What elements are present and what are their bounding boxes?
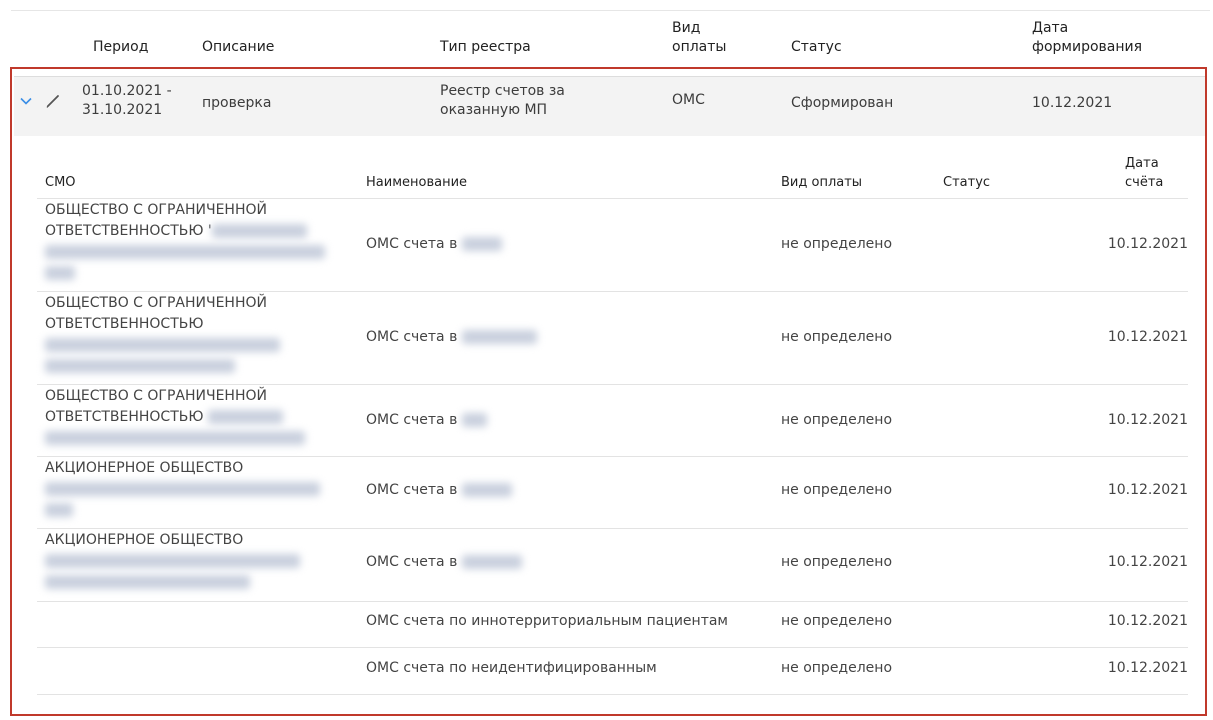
sub-row-smo: ОБЩЕСТВО С ОГРАНИЧЕННОЙ ОТВЕТСТВЕННОСТЬЮ… <box>45 200 335 284</box>
col-header-period[interactable]: Период <box>93 38 148 57</box>
sub-row-name: ОМС счета по иннотерриториальным пациент… <box>366 613 728 629</box>
row-period-line2: 31.10.2021 <box>82 102 163 118</box>
row-divider <box>37 694 1188 695</box>
top-divider <box>11 10 1210 11</box>
smo-line: ОБЩЕСТВО С ОГРАНИЧЕННОЙ <box>45 202 267 218</box>
sub-row-date: 10.12.2021 <box>1107 482 1188 498</box>
sub-header-payment-type[interactable]: Вид оплаты <box>781 175 862 190</box>
smo-line: ОТВЕТСТВЕННОСТЬЮ ' <box>45 223 212 239</box>
row-payment: ОМС <box>672 92 705 108</box>
col-header-date-line1[interactable]: Дата <box>1032 19 1068 38</box>
sub-header-status[interactable]: Статус <box>943 175 990 190</box>
row-divider <box>37 647 1188 648</box>
sub-row-date: 10.12.2021 <box>1107 412 1188 428</box>
sub-row-name: ОМС счета в <box>366 236 502 252</box>
col-header-description[interactable]: Описание <box>202 38 274 57</box>
sub-row-smo: АКЦИОНЕРНОЕ ОБЩЕСТВО <box>45 458 335 521</box>
sub-row-payment: не определено <box>781 482 893 498</box>
row-divider <box>37 528 1188 529</box>
sub-row-name: ОМС счета в <box>366 412 487 428</box>
smo-line: АКЦИОНЕРНОЕ ОБЩЕСТВО <box>45 532 244 548</box>
sub-row-payment: не определено <box>781 236 893 252</box>
name-text: ОМС счета в <box>366 236 458 252</box>
sub-row-date: 10.12.2021 <box>1107 236 1188 252</box>
row-status: Сформирован <box>791 95 894 111</box>
sub-row-name: ОМС счета по неидентифицированным <box>366 660 657 676</box>
row-registry-type-line1: Реестр счетов за <box>440 83 565 99</box>
sub-row-smo: ОБЩЕСТВО С ОГРАНИЧЕННОЙ ОТВЕТСТВЕННОСТЬЮ <box>45 386 335 449</box>
sub-row-payment: не определено <box>781 329 893 345</box>
col-header-date-line2[interactable]: формирования <box>1032 38 1142 57</box>
col-header-status[interactable]: Статус <box>791 38 842 57</box>
col-header-payment-type-line2[interactable]: оплаты <box>672 38 726 57</box>
row-registry-type-line2: оказанную МП <box>440 102 548 118</box>
smo-line: ОБЩЕСТВО С ОГРАНИЧЕННОЙ <box>45 295 267 311</box>
name-text: ОМС счета в <box>366 329 458 345</box>
smo-line: ОТВЕТСТВЕННОСТЬЮ <box>45 409 204 425</box>
sub-row-name: ОМС счета в <box>366 482 512 498</box>
smo-line: АКЦИОНЕРНОЕ ОБЩЕСТВО <box>45 460 244 476</box>
sub-row-date: 10.12.2021 <box>1107 613 1188 629</box>
sub-row-name: ОМС счета в <box>366 329 537 345</box>
sub-row-payment: не определено <box>781 660 893 676</box>
row-description: проверка <box>202 95 272 111</box>
sub-header-name[interactable]: Наименование <box>366 175 467 190</box>
row-divider <box>37 291 1188 292</box>
sub-row-date: 10.12.2021 <box>1107 329 1188 345</box>
sub-row-date: 10.12.2021 <box>1107 554 1188 570</box>
col-header-registry-type[interactable]: Тип реестра <box>440 38 531 57</box>
name-text: ОМС счета в <box>366 554 458 570</box>
smo-line: ОБЩЕСТВО С ОГРАНИЧЕННОЙ <box>45 388 267 404</box>
name-text: ОМС счета в <box>366 482 458 498</box>
sub-header-smo[interactable]: СМО <box>45 175 76 190</box>
sub-header-date-line1[interactable]: Дата <box>1125 156 1159 171</box>
col-header-payment-type-line1[interactable]: Вид <box>672 19 700 38</box>
sub-row-smo: ОБЩЕСТВО С ОГРАНИЧЕННОЙ ОТВЕТСТВЕННОСТЬЮ <box>45 293 335 377</box>
row-period-line1: 01.10.2021 - <box>82 83 172 99</box>
pencil-icon[interactable] <box>45 93 61 109</box>
sub-row-name: ОМС счета в <box>366 554 522 570</box>
sub-header-divider <box>37 198 1188 199</box>
sub-row-payment: не определено <box>781 412 893 428</box>
row-divider <box>37 601 1188 602</box>
sub-row-payment: не определено <box>781 613 893 629</box>
sub-row-payment: не определено <box>781 554 893 570</box>
sub-row-smo: АКЦИОНЕРНОЕ ОБЩЕСТВО <box>45 530 335 593</box>
sub-header-date-line2[interactable]: счёта <box>1125 175 1163 190</box>
row-divider <box>37 456 1188 457</box>
chevron-down-icon[interactable] <box>20 95 32 107</box>
registry-row[interactable] <box>14 76 1205 136</box>
name-text: ОМС счета в <box>366 412 458 428</box>
row-date: 10.12.2021 <box>1032 95 1113 111</box>
row-divider <box>37 384 1188 385</box>
smo-line: ОТВЕТСТВЕННОСТЬЮ <box>45 316 204 332</box>
sub-row-date: 10.12.2021 <box>1107 660 1188 676</box>
